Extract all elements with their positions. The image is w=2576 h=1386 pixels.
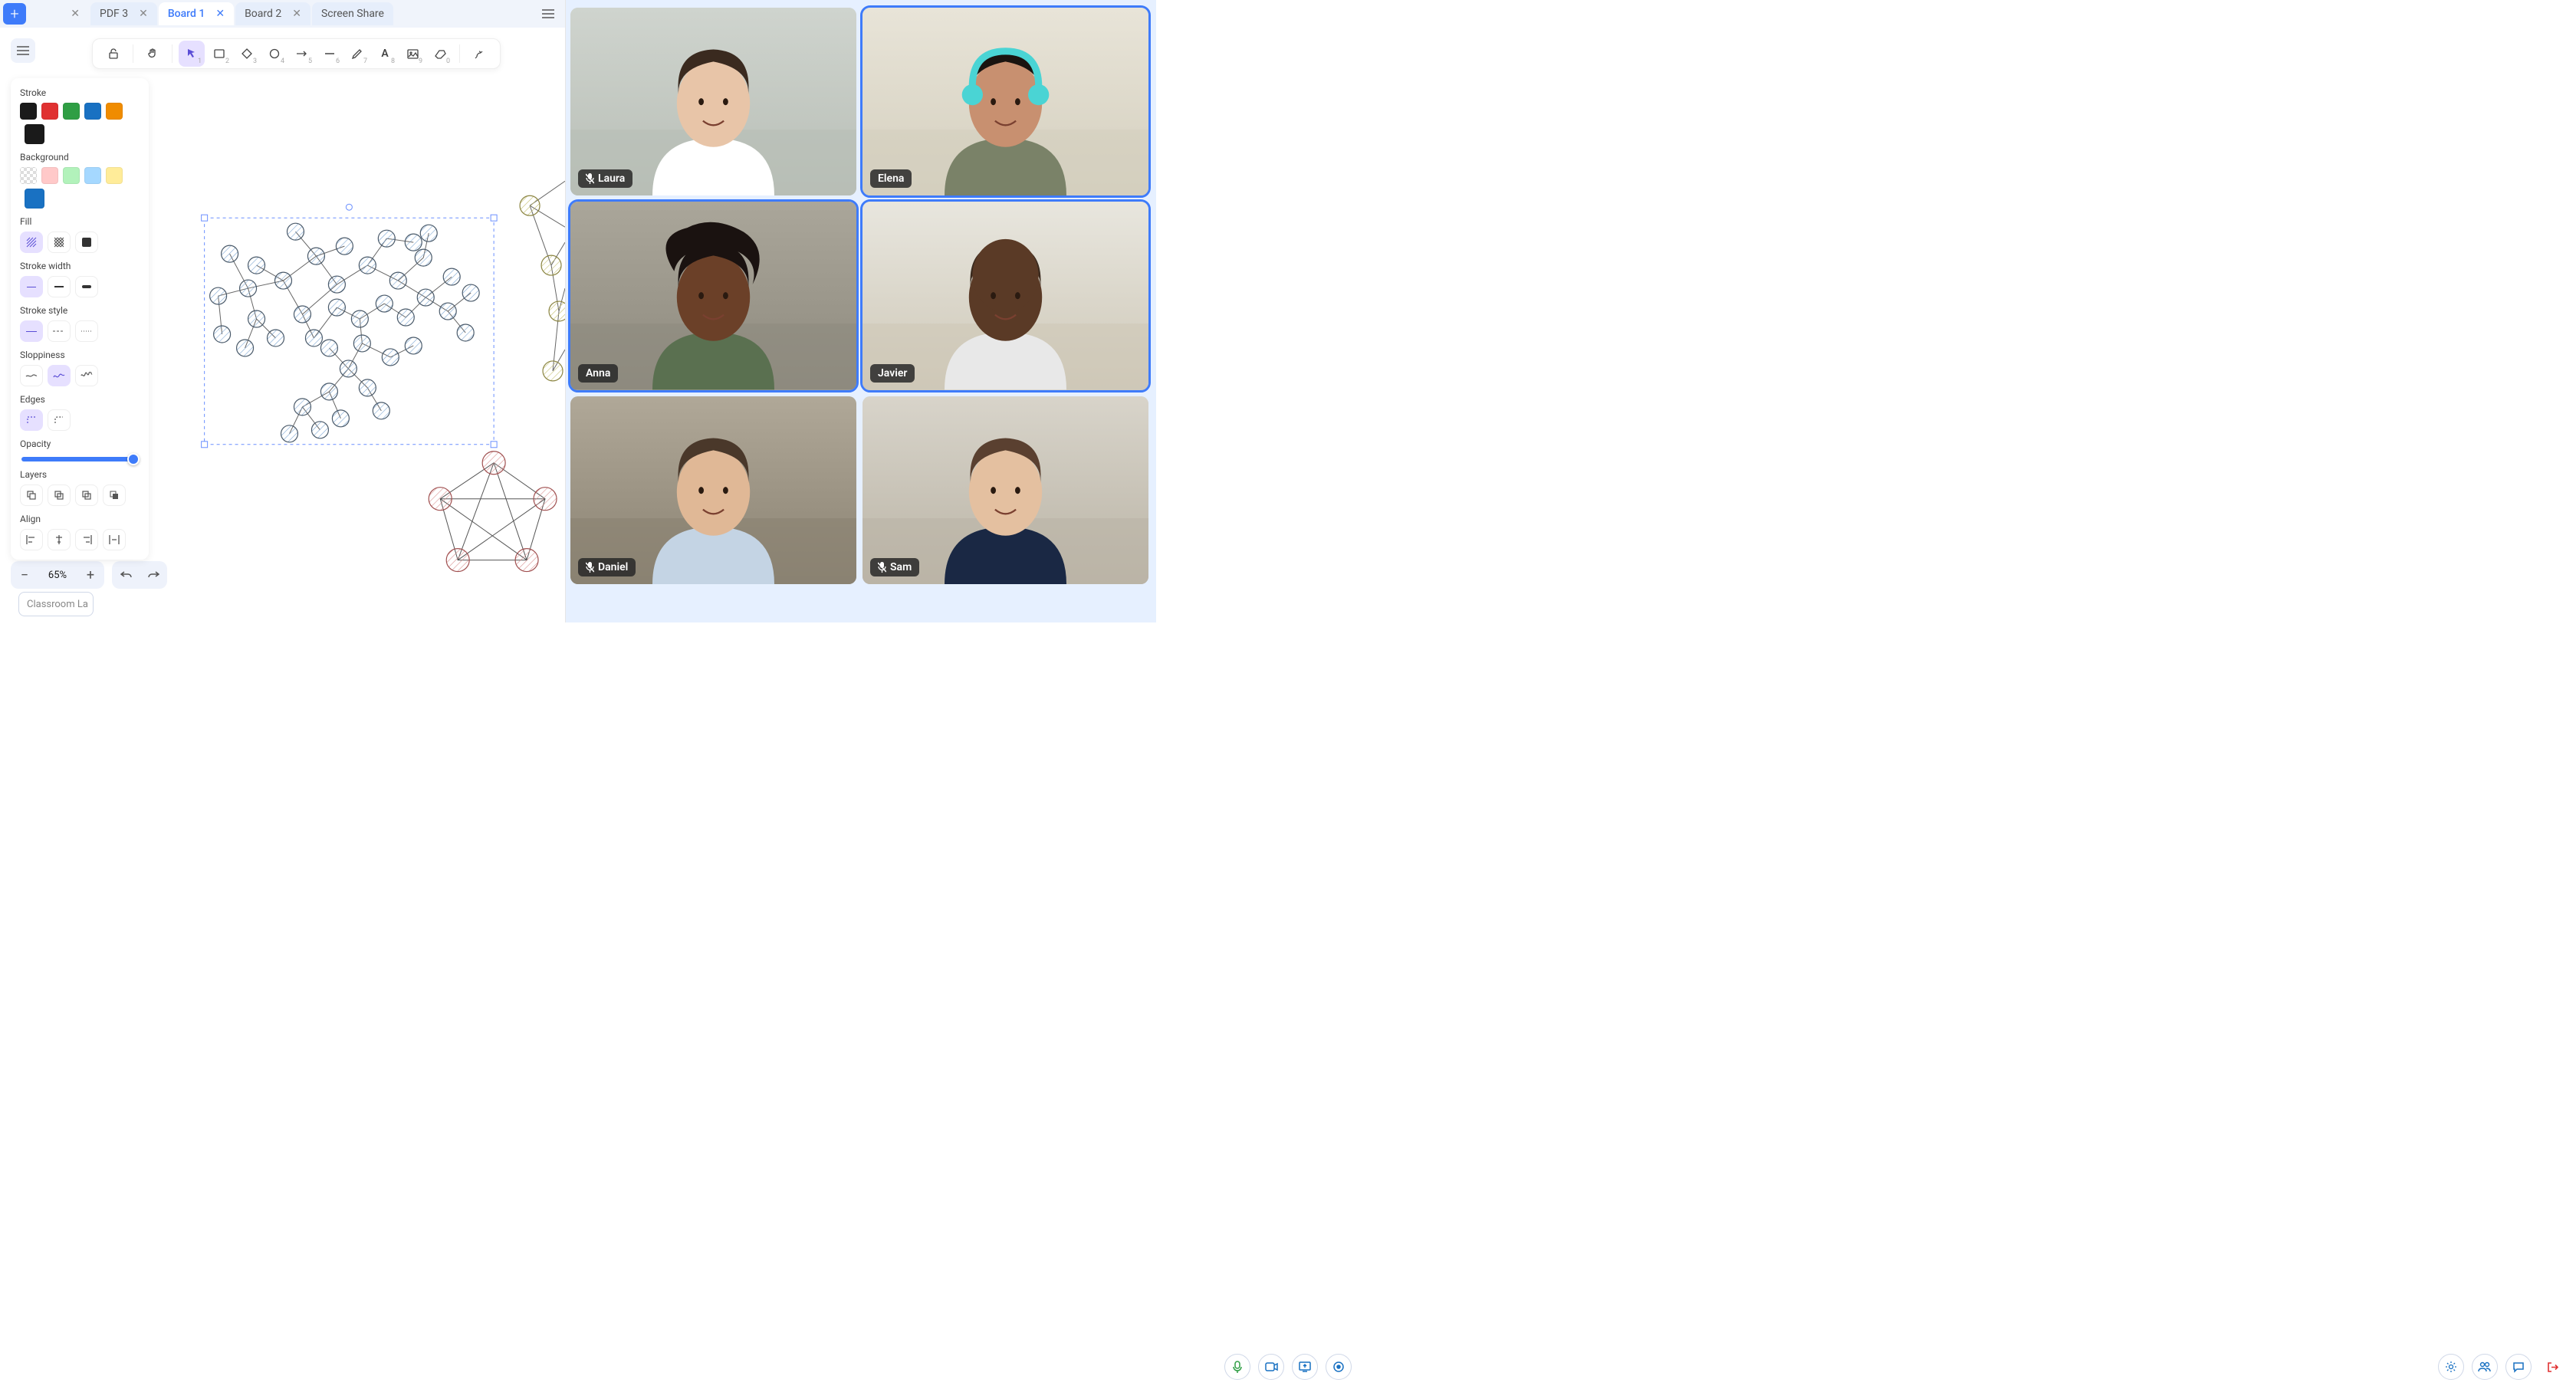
align-right[interactable]	[75, 529, 98, 550]
stroke-color-blue[interactable]	[84, 103, 101, 120]
fill-solid[interactable]	[75, 232, 98, 253]
tabs-bar: + ✕ PDF 3 ✕ Board 1 ✕ Board 2 ✕ Screen Shar…	[0, 0, 565, 28]
video-grid: Laura Elena	[566, 0, 1156, 622]
video-tile-sam[interactable]: Sam	[863, 396, 1148, 584]
stroke-dotted[interactable]	[75, 320, 98, 342]
close-icon[interactable]: ✕	[71, 8, 80, 20]
zoom-in-button[interactable]: +	[77, 561, 104, 589]
participants-button[interactable]	[2472, 1354, 2498, 1380]
tab-blank[interactable]: ✕	[28, 2, 89, 25]
layers-label: Layers	[20, 469, 140, 480]
right-controls	[2438, 1354, 2565, 1380]
tab-board1[interactable]: Board 1 ✕	[159, 2, 234, 25]
layer-backward[interactable]	[48, 484, 71, 506]
bg-yellow[interactable]	[106, 167, 123, 184]
tab-label: PDF 3	[100, 8, 128, 20]
redo-button[interactable]	[140, 561, 167, 589]
classroom-name-input[interactable]: Classroom La	[18, 592, 94, 616]
tab-label: Board 2	[245, 8, 281, 20]
video-tile-daniel[interactable]: Daniel	[570, 396, 856, 584]
chat-button[interactable]	[2505, 1354, 2532, 1380]
bg-blue[interactable]	[84, 167, 101, 184]
undo-button[interactable]	[112, 561, 140, 589]
stroke-color-red[interactable]	[41, 103, 58, 120]
bg-selected[interactable]	[25, 189, 44, 209]
fill-cross[interactable]	[48, 232, 71, 253]
bg-transparent[interactable]	[20, 167, 37, 184]
stroke-color-orange[interactable]	[106, 103, 123, 120]
stroke-style-label: Stroke style	[20, 305, 140, 316]
tab-board2[interactable]: Board 2 ✕	[235, 2, 310, 25]
align-label: Align	[20, 514, 140, 524]
opacity-thumb[interactable]	[127, 453, 140, 465]
tab-label: Board 1	[168, 8, 205, 20]
layer-front[interactable]	[103, 484, 126, 506]
participant-name-tag: Javier	[870, 364, 915, 383]
participant-name-tag: Sam	[870, 558, 919, 576]
edges-label: Edges	[20, 394, 140, 405]
stroke-solid[interactable]	[20, 320, 43, 342]
participant-name-tag: Elena	[870, 169, 912, 188]
close-icon[interactable]: ✕	[292, 8, 301, 20]
slop-architect[interactable]	[20, 365, 43, 386]
record-button[interactable]	[1326, 1354, 1352, 1380]
bg-green[interactable]	[63, 167, 80, 184]
align-center-h[interactable]	[48, 529, 71, 550]
stroke-dashed[interactable]	[48, 320, 71, 342]
call-controls	[1224, 1354, 1352, 1380]
opacity-label: Opacity	[20, 438, 140, 449]
settings-button[interactable]	[2438, 1354, 2464, 1380]
slop-artist[interactable]	[48, 365, 71, 386]
stroke-width-med[interactable]	[48, 276, 71, 297]
stroke-width-thick[interactable]	[75, 276, 98, 297]
properties-panel: Stroke Background	[11, 78, 149, 560]
video-tile-javier[interactable]: Javier	[863, 202, 1148, 389]
fill-label: Fill	[20, 216, 140, 227]
opacity-slider[interactable]	[21, 457, 138, 461]
stroke-label: Stroke	[20, 87, 140, 98]
participant-name-tag: Anna	[578, 364, 618, 383]
tab-pdf3[interactable]: PDF 3 ✕	[90, 2, 157, 25]
stroke-width-label: Stroke width	[20, 261, 140, 271]
video-tile-elena[interactable]: Elena	[863, 8, 1148, 195]
slop-cartoonist[interactable]	[75, 365, 98, 386]
camera-button[interactable]	[1258, 1354, 1284, 1380]
screenshare-button[interactable]	[1292, 1354, 1318, 1380]
close-icon[interactable]: ✕	[215, 8, 225, 20]
stroke-color-black[interactable]	[20, 103, 37, 120]
layer-forward[interactable]	[75, 484, 98, 506]
video-tile-laura[interactable]: Laura	[570, 8, 856, 195]
video-tile-anna[interactable]: Anna	[570, 202, 856, 389]
bg-pink[interactable]	[41, 167, 58, 184]
new-tab-button[interactable]: +	[3, 3, 26, 25]
edges-sharp[interactable]	[20, 409, 43, 431]
edges-round[interactable]	[48, 409, 71, 431]
participant-name-tag: Daniel	[578, 558, 636, 576]
align-left[interactable]	[20, 529, 43, 550]
stroke-color-selected[interactable]	[25, 124, 44, 144]
sloppiness-label: Sloppiness	[20, 350, 140, 360]
tab-screenshare[interactable]: Screen Share	[312, 2, 393, 25]
leave-button[interactable]	[2539, 1354, 2565, 1380]
tab-label: Screen Share	[321, 8, 384, 20]
participant-name-tag: Laura	[578, 169, 632, 188]
zoom-value[interactable]: 65%	[38, 570, 77, 581]
close-icon[interactable]: ✕	[139, 8, 148, 20]
stroke-color-green[interactable]	[63, 103, 80, 120]
zoom-controls: − 65% +	[11, 561, 104, 589]
align-distribute[interactable]	[103, 529, 126, 550]
fill-hachure[interactable]	[20, 232, 43, 253]
background-label: Background	[20, 152, 140, 163]
mic-button[interactable]	[1224, 1354, 1250, 1380]
tabs-menu-button[interactable]	[537, 3, 559, 25]
stroke-width-thin[interactable]	[20, 276, 43, 297]
layer-back[interactable]	[20, 484, 43, 506]
zoom-out-button[interactable]: −	[11, 561, 38, 589]
